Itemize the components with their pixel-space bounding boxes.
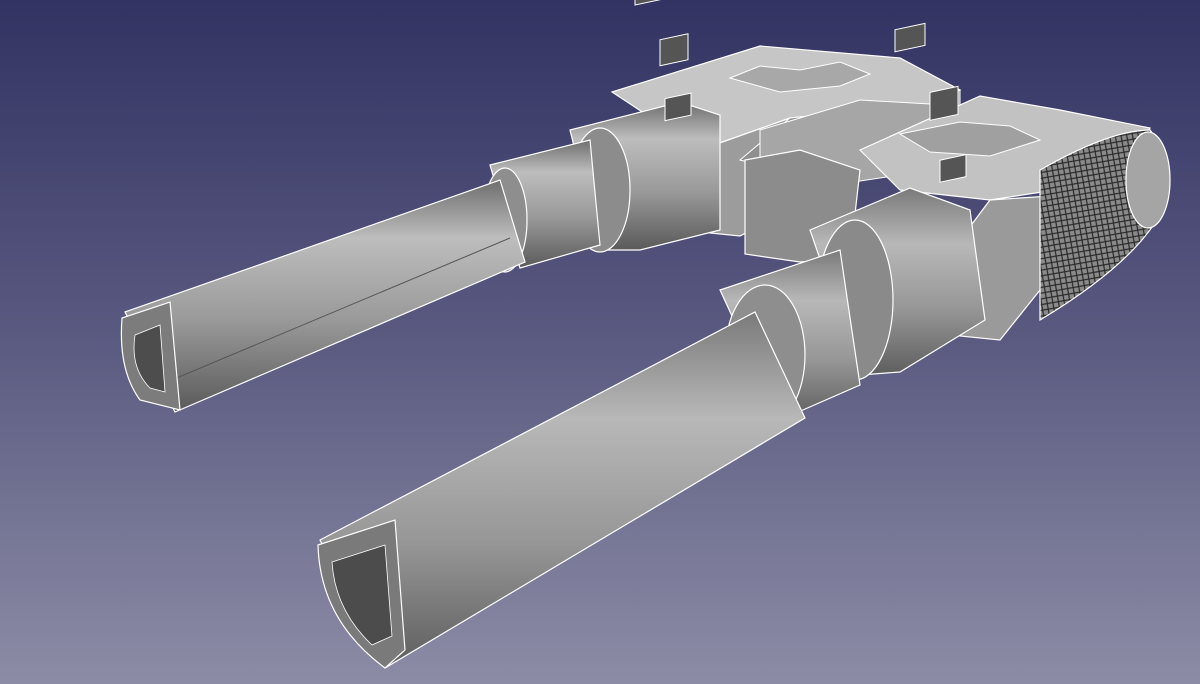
upper-barrel[interactable]: [120, 0, 721, 413]
collar-slot: [634, 0, 666, 6]
model-scene[interactable]: [0, 0, 1200, 684]
collar-slot: [659, 33, 689, 67]
3d-viewport[interactable]: [0, 0, 1200, 684]
collar-slot: [894, 22, 926, 53]
collar-slot: [929, 85, 959, 121]
